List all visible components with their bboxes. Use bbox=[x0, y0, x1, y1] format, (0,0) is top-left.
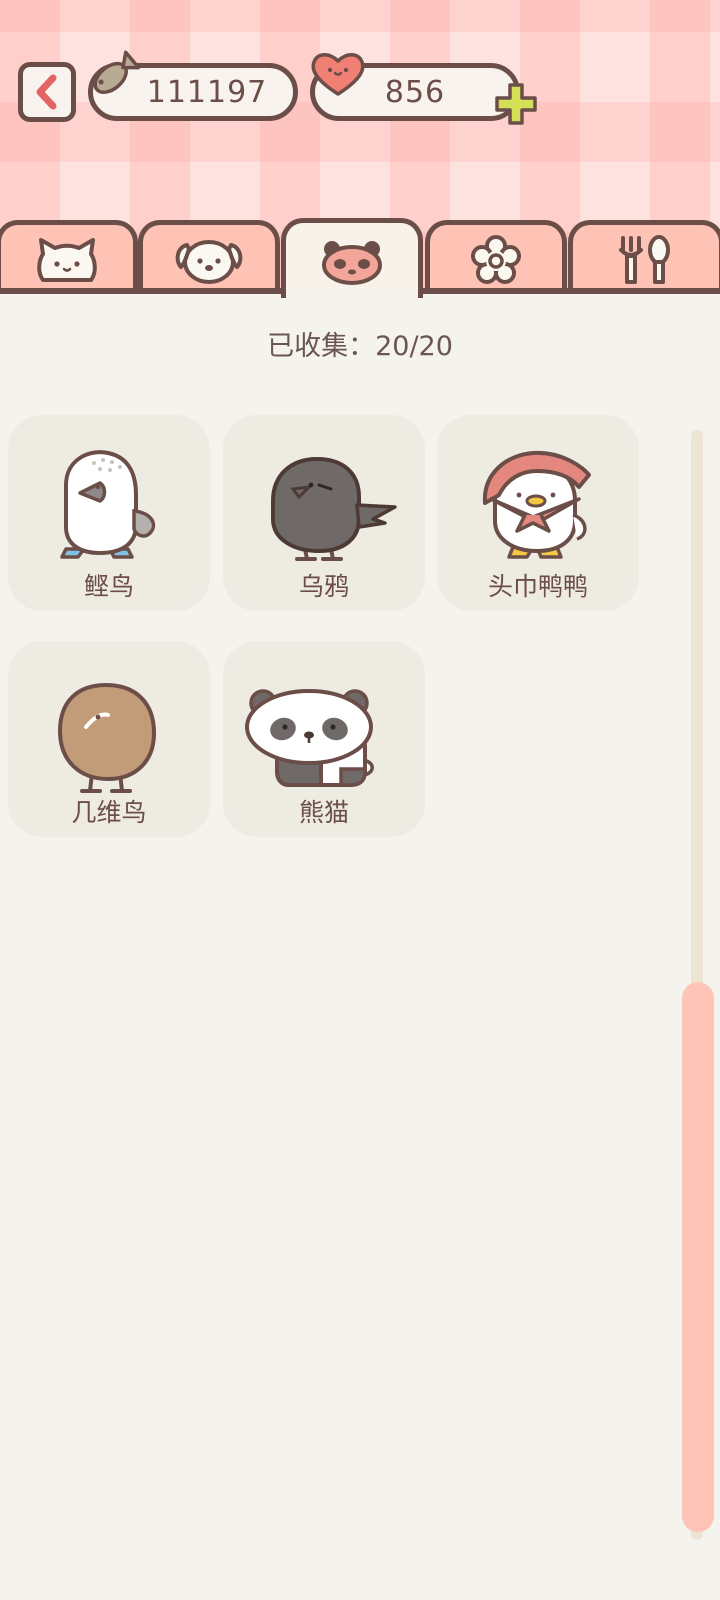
tab-dog[interactable] bbox=[138, 220, 280, 294]
card-label: 熊猫 bbox=[298, 798, 349, 827]
add-hearts-button[interactable] bbox=[494, 82, 538, 126]
heart-icon bbox=[311, 53, 365, 96]
collected-count: 已收集：20/20 bbox=[267, 331, 453, 362]
card-label: 乌鸦 bbox=[298, 572, 349, 601]
card-label: 头巾鸭鸭 bbox=[487, 572, 588, 601]
collection-card-crow[interactable]: 乌鸦 bbox=[223, 415, 425, 611]
card-label: 几维鸟 bbox=[71, 798, 147, 827]
heart-count: 856 bbox=[384, 74, 446, 110]
flower-icon bbox=[471, 234, 521, 284]
tab-panda[interactable] bbox=[281, 218, 423, 298]
fish-icon bbox=[93, 50, 140, 94]
collection-card-bandana-duck[interactable]: 头巾鸭鸭 bbox=[437, 415, 639, 611]
card-label: 鲣鸟 bbox=[83, 572, 134, 601]
scrollbar-thumb[interactable] bbox=[682, 982, 714, 1532]
tab-food[interactable] bbox=[568, 220, 720, 294]
collection-card-booby[interactable]: 鲣鸟 bbox=[8, 415, 210, 611]
cat-face-icon bbox=[37, 237, 97, 282]
active-tab-gap bbox=[286, 288, 418, 296]
category-tabs bbox=[0, 218, 720, 298]
tab-cat[interactable] bbox=[0, 220, 138, 294]
collection-card-panda[interactable]: 熊猫 bbox=[223, 641, 425, 837]
collection-card-kiwi[interactable]: 几维鸟 bbox=[8, 641, 210, 837]
back-button[interactable] bbox=[18, 62, 76, 122]
fork-spoon-icon bbox=[619, 234, 670, 284]
fish-count: 111197 bbox=[146, 74, 268, 110]
panda-face-icon bbox=[322, 240, 382, 285]
dog-face-icon bbox=[175, 239, 243, 284]
tab-flower[interactable] bbox=[425, 220, 567, 294]
chevron-left-icon bbox=[36, 74, 57, 110]
